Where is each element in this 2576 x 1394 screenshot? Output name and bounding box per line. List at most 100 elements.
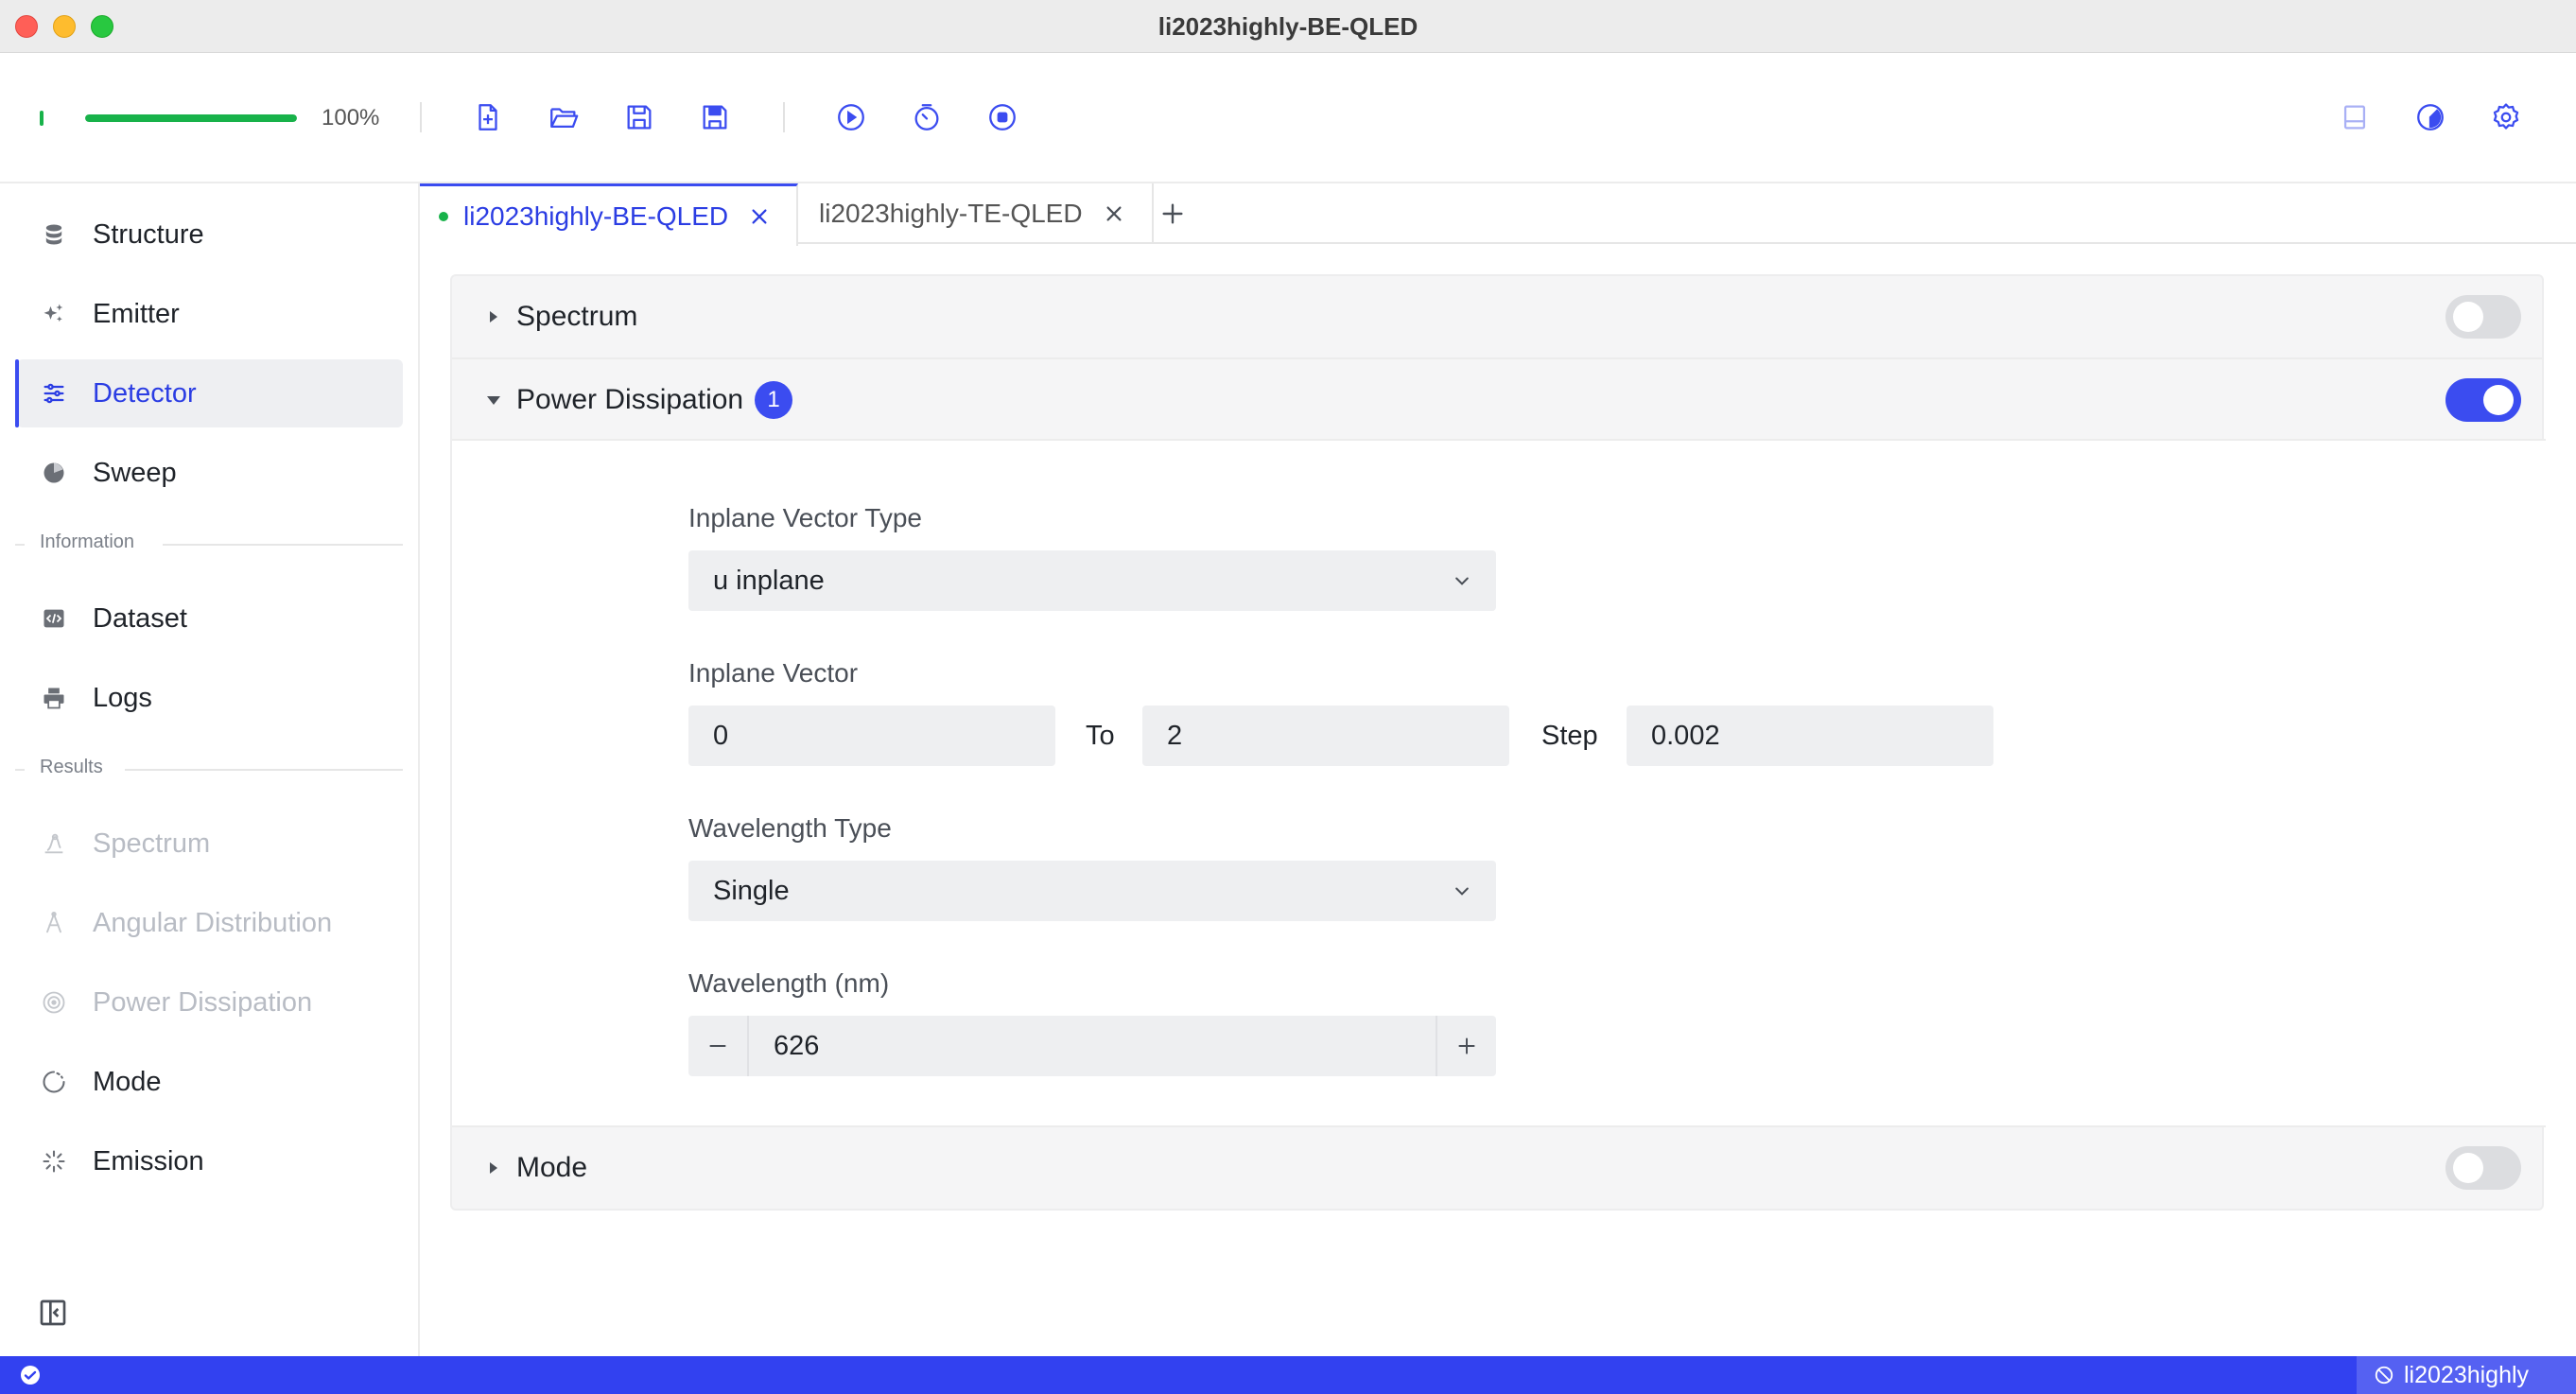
timer-button[interactable] bbox=[904, 95, 949, 140]
field-label: Wavelength (nm) bbox=[688, 968, 890, 998]
sidebar-item-label: Structure bbox=[93, 218, 204, 250]
toggle-knob bbox=[2453, 1153, 2483, 1183]
inplane-vector-from-input[interactable]: 0 bbox=[688, 706, 1055, 766]
sidebar-item-label: Detector bbox=[93, 377, 197, 409]
window-title: li2023highly-BE-QLED bbox=[1157, 12, 1419, 41]
status-bar: li2023highly bbox=[0, 1356, 2576, 1394]
progress-indicator bbox=[40, 111, 44, 126]
sidebar-item-angular-distribution[interactable]: Angular Distribution bbox=[17, 889, 403, 957]
stop-button[interactable] bbox=[980, 95, 1025, 140]
sidebar: Structure Emitter Detector Sweep Informa… bbox=[0, 183, 420, 1356]
sidebar-item-detector[interactable]: Detector bbox=[15, 359, 403, 427]
collapse-sidebar-button[interactable] bbox=[38, 1298, 68, 1328]
sidebar-item-label: Mode bbox=[93, 1066, 162, 1097]
tab-close-button[interactable] bbox=[747, 204, 772, 229]
input-value: 0.002 bbox=[1651, 720, 1720, 751]
inplane-vector-to-input[interactable]: 2 bbox=[1142, 706, 1509, 766]
select-value: u inplane bbox=[713, 565, 825, 596]
timer-icon bbox=[914, 104, 939, 131]
sidebar-item-power-dissipation[interactable]: Power Dissipation bbox=[17, 968, 403, 1037]
spectrum-icon bbox=[40, 829, 68, 858]
run-icon bbox=[838, 104, 864, 131]
count-badge: 1 bbox=[755, 381, 792, 419]
power-dissipation-toggle[interactable] bbox=[2445, 378, 2521, 422]
title-bar: li2023highly-BE-QLED bbox=[0, 0, 2576, 53]
mode-toggle[interactable] bbox=[2445, 1146, 2521, 1190]
toggle-knob bbox=[2453, 302, 2483, 332]
to-label: To bbox=[1086, 721, 1115, 751]
section-spectrum-header[interactable]: Spectrum bbox=[452, 276, 2542, 357]
tab-li2023highly-be-qled[interactable]: li2023highly-BE-QLED bbox=[420, 183, 798, 246]
spectrum-toggle[interactable] bbox=[2445, 295, 2521, 339]
sidebar-item-structure[interactable]: Structure bbox=[17, 200, 403, 269]
wavelength-type-select[interactable]: Single bbox=[688, 861, 1496, 921]
caret-down-icon bbox=[487, 396, 500, 405]
tab-li2023highly-te-qled[interactable]: li2023highly-TE-QLED bbox=[798, 183, 1154, 244]
sidebar-item-label: Spectrum bbox=[93, 828, 211, 859]
power-icon bbox=[40, 988, 68, 1017]
wavelength-value[interactable]: 626 bbox=[774, 1031, 819, 1062]
sidebar-item-mode[interactable]: Mode bbox=[17, 1048, 403, 1116]
power-dissipation-form: Inplane Vector Type u inplane Inplane Ve… bbox=[452, 439, 2546, 1127]
group-divider bbox=[163, 544, 403, 546]
wavelength-stepper[interactable]: 626 bbox=[688, 1016, 1496, 1076]
printer-icon bbox=[40, 684, 68, 712]
field-label: Wavelength Type bbox=[688, 813, 892, 843]
detector-panel: Spectrum Power Dissipation 1 Inplane Vec… bbox=[450, 274, 2546, 1211]
sidebar-item-emission[interactable]: Emission bbox=[17, 1127, 403, 1195]
section-title: Mode bbox=[516, 1152, 588, 1183]
field-label: Inplane Vector bbox=[688, 658, 859, 688]
mode-icon bbox=[40, 1068, 68, 1096]
sidebar-item-logs[interactable]: Logs bbox=[17, 664, 403, 732]
toolbar-divider bbox=[783, 102, 785, 132]
progress-percent: 100% bbox=[322, 105, 380, 131]
inplane-vector-step-input[interactable]: 0.002 bbox=[1627, 706, 1993, 766]
sparkle-icon bbox=[40, 300, 68, 328]
tab-label: li2023highly-BE-QLED bbox=[463, 200, 729, 231]
tab-bar: li2023highly-BE-QLED li2023highly-TE-QLE… bbox=[420, 183, 2576, 246]
sidebar-item-label: Sweep bbox=[93, 457, 177, 488]
section-mode-header[interactable]: Mode bbox=[452, 1127, 2542, 1209]
group-divider bbox=[15, 544, 25, 546]
field-label: Inplane Vector Type bbox=[688, 503, 922, 532]
run-button[interactable] bbox=[828, 95, 874, 140]
plus-icon bbox=[1162, 203, 1183, 224]
add-tab-button[interactable] bbox=[1157, 199, 1188, 229]
section-power-dissipation-header[interactable]: Power Dissipation 1 bbox=[452, 359, 2542, 441]
sidebar-item-emitter[interactable]: Emitter bbox=[17, 280, 403, 348]
sidebar-item-spectrum[interactable]: Spectrum bbox=[17, 810, 403, 878]
sidebar-item-label: Emission bbox=[93, 1145, 204, 1176]
decrement-button[interactable] bbox=[688, 1016, 749, 1076]
new-file-button[interactable] bbox=[465, 95, 511, 140]
theme-button[interactable] bbox=[2408, 95, 2453, 140]
caret-right-icon bbox=[490, 311, 497, 322]
sidebar-item-dataset[interactable]: Dataset bbox=[17, 584, 403, 653]
panel-button[interactable] bbox=[2332, 95, 2377, 140]
sliders-icon bbox=[40, 379, 68, 408]
save-as-button[interactable] bbox=[692, 95, 738, 140]
database-icon bbox=[40, 220, 68, 249]
select-value: Single bbox=[713, 875, 790, 906]
theme-icon bbox=[2417, 104, 2444, 131]
progress-bar bbox=[85, 114, 297, 122]
sidebar-item-sweep[interactable]: Sweep bbox=[17, 439, 403, 507]
project-status[interactable]: li2023highly bbox=[2357, 1356, 2576, 1394]
sidebar-item-label: Logs bbox=[93, 682, 152, 713]
chevron-down-icon bbox=[1455, 887, 1469, 896]
code-icon bbox=[40, 604, 68, 633]
increment-button[interactable] bbox=[1436, 1016, 1496, 1076]
tab-label: li2023highly-TE-QLED bbox=[819, 199, 1083, 228]
settings-button[interactable] bbox=[2483, 95, 2529, 140]
inplane-vector-type-select[interactable]: u inplane bbox=[688, 550, 1496, 611]
plus-icon bbox=[1458, 1037, 1475, 1054]
open-folder-button[interactable] bbox=[541, 95, 586, 140]
settings-icon bbox=[2493, 103, 2519, 130]
tab-close-button[interactable] bbox=[1102, 201, 1126, 226]
toolbar: 100% bbox=[0, 53, 2576, 183]
prohibit-icon bbox=[2375, 1366, 2393, 1385]
close-icon bbox=[1106, 206, 1122, 221]
save-as-icon bbox=[703, 105, 727, 130]
save-icon bbox=[627, 105, 652, 130]
emission-icon bbox=[40, 1147, 68, 1176]
save-button[interactable] bbox=[617, 95, 662, 140]
